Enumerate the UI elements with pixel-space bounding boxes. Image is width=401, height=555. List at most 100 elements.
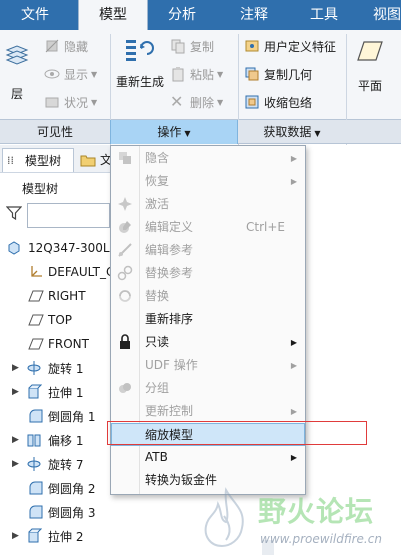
user-defined-feature-button[interactable]: 用户定义特征: [244, 35, 336, 57]
shrinkwrap-label: 收缩包络: [264, 95, 313, 110]
tab-view[interactable]: 视图: [362, 0, 401, 30]
tree-item-label: FRONT: [48, 337, 89, 351]
menu-item-edit-definition[interactable]: 编辑定义 Ctrl+E: [111, 216, 305, 239]
menu-item-udf-operations[interactable]: UDF 操作 ▶: [111, 354, 305, 377]
extrude-icon: [28, 384, 42, 399]
tree-item-label: 旋转 7: [48, 457, 84, 472]
expand-arrow-icon[interactable]: ▶: [12, 459, 20, 469]
tab-model-tree[interactable]: ⁞⁞ 模型树: [2, 148, 74, 172]
tree-item[interactable]: ▶ 旋转 1: [0, 356, 110, 380]
menu-item-atb[interactable]: ATB ▶: [111, 446, 305, 469]
menu-item-label: 恢复: [145, 174, 170, 188]
menu-item-update-control[interactable]: 更新控制 ▶: [111, 400, 305, 423]
tree-item[interactable]: ▶ 拉伸 2: [0, 524, 110, 548]
hide-button[interactable]: 隐藏: [44, 35, 88, 57]
menu-item-edit-references[interactable]: 编辑参考: [111, 239, 305, 262]
menu-item-shortcut: Ctrl+E: [246, 220, 285, 234]
lock-icon: [120, 334, 130, 349]
tree-item[interactable]: 倒圆角 2: [0, 476, 110, 500]
paste-button[interactable]: 粘贴 ▼: [170, 63, 223, 85]
csys-icon: [31, 266, 42, 277]
tree-item[interactable]: FRONT: [0, 332, 110, 356]
regenerate-button[interactable]: 重新生成: [114, 36, 166, 90]
eye-icon: [44, 69, 60, 79]
expand-arrow-icon[interactable]: ▶: [12, 531, 20, 541]
tab-analysis[interactable]: 分析: [150, 0, 214, 30]
status-button[interactable]: 状况 ▼: [44, 91, 97, 113]
copy-geometry-label: 复制几何: [264, 67, 313, 82]
tab-folder-browser[interactable]: 文: [78, 148, 112, 172]
tree-item-label: 拉伸 2: [48, 529, 84, 544]
menu-item-scale-model[interactable]: 缩放模型: [111, 423, 305, 446]
hide-icon: [45, 39, 59, 53]
submenu-arrow-icon: ▶: [290, 154, 297, 163]
replace-icon: [119, 290, 131, 302]
expand-arrow-icon[interactable]: ▶: [12, 435, 20, 445]
show-button[interactable]: 显示 ▼: [44, 63, 97, 85]
tree-item[interactable]: ▶ 拉伸 1: [0, 380, 110, 404]
delete-button[interactable]: ✕ 删除 ▼: [170, 91, 223, 113]
edit-references-icon: [118, 243, 132, 257]
plane-button[interactable]: 平面: [352, 38, 388, 94]
layer-button[interactable]: 层: [2, 42, 32, 102]
tree-item[interactable]: RIGHT: [0, 284, 110, 308]
menu-item-reorder[interactable]: 重新排序: [111, 308, 305, 331]
tree-item[interactable]: ▶ 偏移 1: [0, 428, 110, 452]
delete-icon: ✕: [170, 92, 184, 111]
tree-item[interactable]: DEFAULT_C: [0, 260, 114, 284]
tab-file[interactable]: 文件: [0, 0, 70, 30]
menu-item-activate[interactable]: 激活: [111, 193, 305, 216]
datum-plane-icon: [28, 290, 44, 302]
navigator-tabs: ⁞⁞ 模型树 文: [0, 145, 112, 173]
revolve-icon: [27, 361, 41, 375]
tab-tools[interactable]: 工具: [292, 0, 356, 30]
menu-item-replace-references[interactable]: 替换参考: [111, 262, 305, 285]
revolve-icon: [27, 457, 41, 471]
operations-dropdown-menu: 隐含 ▶ 恢复 ▶ 激活 编辑定义 Ctrl+E 编辑参考 替换参考 替换 重新…: [110, 145, 306, 495]
tree-item-label: 12Q347-300LE: [28, 241, 118, 255]
ribbon-tab-bar: 文件 模型 分析 注释 工具 视图: [0, 0, 401, 30]
tree-search-input[interactable]: [27, 203, 110, 228]
model-tree-tab-label: 模型树: [25, 154, 62, 168]
submenu-arrow-icon: ▶: [290, 177, 297, 186]
tree-item-label: RIGHT: [48, 289, 86, 303]
tab-model[interactable]: 模型: [78, 0, 148, 30]
tree-item[interactable]: 倒圆角 3: [0, 500, 110, 524]
operations-group-button[interactable]: 操作 ▼: [110, 120, 238, 144]
menu-item-label: 激活: [145, 197, 170, 211]
submenu-arrow-icon: ▶: [290, 407, 297, 416]
tree-item-label: 倒圆角 2: [48, 481, 96, 496]
get-data-group-button[interactable]: 获取数据 ▼: [238, 120, 346, 144]
copy-geometry-icon: [245, 67, 259, 81]
submenu-arrow-icon: ▶: [290, 338, 297, 347]
tree-item[interactable]: ▶ 旋转 7: [0, 452, 110, 476]
folder-icon: [80, 155, 96, 167]
watermark: 野火论坛 www.proewildfire.cn: [196, 486, 401, 555]
menu-item-suppress[interactable]: 隐含 ▶: [111, 147, 305, 170]
menu-item-read-only[interactable]: 只读 ▶: [111, 331, 305, 354]
extrude-icon: [28, 528, 42, 543]
shrinkwrap-button[interactable]: 收缩包络: [244, 91, 312, 113]
tree-item-label: 拉伸 1: [48, 385, 84, 400]
menu-item-label: 更新控制: [145, 404, 194, 418]
menu-item-replace[interactable]: 替换: [111, 285, 305, 308]
tree-item[interactable]: 倒圆角 1: [0, 404, 110, 428]
expand-arrow-icon[interactable]: ▶: [12, 387, 20, 397]
paste-label: 粘贴: [190, 67, 215, 82]
layer-label: 层: [10, 87, 23, 101]
copy-geometry-button[interactable]: 复制几何: [244, 63, 312, 85]
submenu-arrow-icon: ▶: [290, 453, 297, 462]
filter-icon[interactable]: [6, 205, 22, 221]
copy-button[interactable]: 复制: [170, 35, 214, 57]
menu-item-group[interactable]: 分组: [111, 377, 305, 400]
menu-item-label: UDF 操作: [145, 358, 198, 372]
expand-arrow-icon[interactable]: ▶: [12, 363, 20, 373]
model-tree-title: 模型树: [22, 182, 59, 196]
tab-annotate[interactable]: 注释: [222, 0, 286, 30]
status-icon: [45, 97, 59, 108]
tree-item[interactable]: TOP: [0, 308, 110, 332]
menu-item-resume[interactable]: 恢复 ▶: [111, 170, 305, 193]
get-data-group-text: 获取数据: [263, 125, 312, 139]
chevron-down-icon: ▼: [91, 69, 98, 79]
tree-item[interactable]: 12Q347-300LE: [0, 236, 117, 260]
